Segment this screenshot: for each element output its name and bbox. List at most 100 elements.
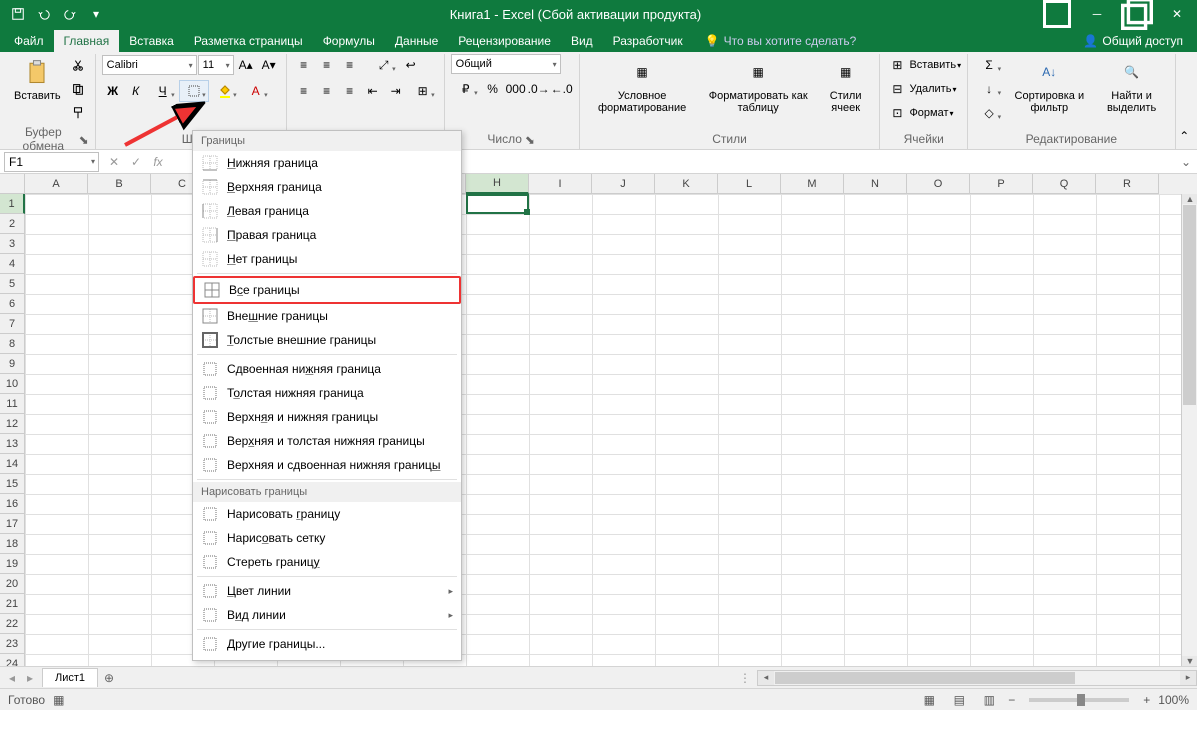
row-header[interactable]: 16: [0, 494, 25, 514]
dialog-launcher-icon[interactable]: ⬊: [524, 133, 536, 145]
column-header[interactable]: R: [1096, 174, 1159, 194]
zoom-level[interactable]: 100%: [1158, 693, 1189, 707]
row-header[interactable]: 7: [0, 314, 25, 334]
align-left-icon[interactable]: ≡: [293, 80, 315, 102]
add-sheet-button[interactable]: ⊕: [98, 671, 120, 685]
sort-filter-button[interactable]: A↓Сортировка и фильтр: [1006, 54, 1092, 116]
format-as-table-button[interactable]: ▦Форматировать как таблицу: [701, 54, 816, 116]
save-button[interactable]: [6, 2, 30, 26]
border-menu-item[interactable]: Внешние границы: [193, 304, 461, 328]
border-menu-item[interactable]: Толстые внешние границы: [193, 328, 461, 352]
currency-button[interactable]: ₽: [451, 78, 481, 100]
page-layout-view-icon[interactable]: ▤: [948, 691, 970, 709]
macro-record-icon[interactable]: ▦: [53, 693, 64, 707]
sheet-tab[interactable]: Лист1: [42, 668, 98, 687]
column-header[interactable]: B: [88, 174, 151, 194]
fx-icon[interactable]: fx: [147, 151, 169, 173]
align-bottom-icon[interactable]: ≡: [339, 54, 361, 76]
maximize-button[interactable]: [1117, 0, 1157, 28]
border-menu-item[interactable]: Верхняя граница: [193, 175, 461, 199]
zoom-in-button[interactable]: +: [1143, 693, 1150, 707]
borders-button[interactable]: [179, 80, 209, 102]
decrease-font-icon[interactable]: A▾: [258, 54, 280, 76]
align-center-icon[interactable]: ≡: [316, 80, 338, 102]
border-menu-item[interactable]: Нет границы: [193, 247, 461, 271]
decrease-indent-icon[interactable]: ⇤: [362, 80, 384, 102]
tab-home[interactable]: Главная: [54, 30, 120, 52]
row-header[interactable]: 10: [0, 374, 25, 394]
sheet-nav-next[interactable]: ▸: [22, 671, 38, 685]
column-header[interactable]: K: [655, 174, 718, 194]
tab-view[interactable]: Вид: [561, 30, 603, 52]
tab-developer[interactable]: Разработчик: [603, 30, 693, 52]
row-header[interactable]: 23: [0, 634, 25, 654]
comma-style-button[interactable]: 000: [505, 78, 527, 100]
delete-cells-button[interactable]: Удалить: [909, 83, 951, 95]
tab-page-layout[interactable]: Разметка страницы: [184, 30, 313, 52]
merge-button[interactable]: ⊞: [408, 80, 438, 102]
collapse-ribbon-icon[interactable]: ⌃: [1176, 125, 1193, 147]
border-menu-item[interactable]: Вид линии▸: [193, 603, 461, 627]
row-header[interactable]: 6: [0, 294, 25, 314]
clear-button[interactable]: ◇: [974, 102, 1004, 124]
align-right-icon[interactable]: ≡: [339, 80, 361, 102]
copy-button[interactable]: [67, 78, 89, 100]
column-header[interactable]: M: [781, 174, 844, 194]
tab-file[interactable]: Файл: [4, 30, 54, 52]
share-button[interactable]: 👤 Общий доступ: [1073, 30, 1193, 52]
column-header[interactable]: P: [970, 174, 1033, 194]
paste-button[interactable]: Вставить: [10, 54, 65, 104]
ribbon-options-icon[interactable]: [1037, 0, 1077, 28]
column-header[interactable]: A: [25, 174, 88, 194]
border-menu-item[interactable]: Правая граница: [193, 223, 461, 247]
align-middle-icon[interactable]: ≡: [316, 54, 338, 76]
border-menu-item[interactable]: Нарисовать границу: [193, 502, 461, 526]
sheet-nav-prev[interactable]: ◂: [4, 671, 20, 685]
normal-view-icon[interactable]: ▦: [918, 691, 940, 709]
expand-formula-bar-icon[interactable]: ⌄: [1175, 155, 1197, 169]
row-header[interactable]: 5: [0, 274, 25, 294]
percent-button[interactable]: %: [482, 78, 504, 100]
page-break-view-icon[interactable]: ▥: [978, 691, 1000, 709]
column-header[interactable]: J: [592, 174, 655, 194]
border-menu-item[interactable]: Сдвоенная нижняя граница: [193, 357, 461, 381]
row-header[interactable]: 15: [0, 474, 25, 494]
border-menu-item[interactable]: Другие границы...: [193, 632, 461, 656]
row-header[interactable]: 14: [0, 454, 25, 474]
conditional-formatting-button[interactable]: ▦Условное форматирование: [586, 54, 699, 116]
row-header[interactable]: 12: [0, 414, 25, 434]
border-menu-item[interactable]: Нижняя граница: [193, 151, 461, 175]
align-top-icon[interactable]: ≡: [293, 54, 315, 76]
italic-button[interactable]: К: [125, 80, 147, 102]
dialog-launcher-icon[interactable]: ⬊: [79, 133, 89, 145]
row-header[interactable]: 20: [0, 574, 25, 594]
tab-formulas[interactable]: Формулы: [313, 30, 385, 52]
row-header[interactable]: 21: [0, 594, 25, 614]
find-select-button[interactable]: 🔍Найти и выделить: [1095, 54, 1169, 116]
cell-styles-button[interactable]: ▦Стили ячеек: [818, 54, 874, 116]
border-menu-item[interactable]: Толстая нижняя граница: [193, 381, 461, 405]
tab-data[interactable]: Данные: [385, 30, 448, 52]
border-menu-item[interactable]: Левая граница: [193, 199, 461, 223]
border-menu-item[interactable]: Цвет линии▸: [193, 579, 461, 603]
increase-decimal-icon[interactable]: .0→: [528, 78, 550, 100]
row-header[interactable]: 18: [0, 534, 25, 554]
name-box[interactable]: F1: [4, 152, 99, 172]
row-header[interactable]: 4: [0, 254, 25, 274]
autosum-button[interactable]: Σ: [974, 54, 1004, 76]
row-header[interactable]: 9: [0, 354, 25, 374]
column-header[interactable]: N: [844, 174, 907, 194]
row-header[interactable]: 11: [0, 394, 25, 414]
fill-button[interactable]: ↓: [974, 78, 1004, 100]
minimize-button[interactable]: ─: [1077, 0, 1117, 28]
format-painter-button[interactable]: [67, 102, 89, 124]
cancel-icon[interactable]: ✕: [103, 151, 125, 173]
border-menu-item[interactable]: Верхняя и нижняя границы: [193, 405, 461, 429]
border-menu-item[interactable]: Все границы: [193, 276, 461, 304]
wrap-text-icon[interactable]: ↩: [400, 54, 422, 76]
orientation-icon[interactable]: ⤢: [369, 54, 399, 76]
border-menu-item[interactable]: Стереть границу: [193, 550, 461, 574]
select-all-corner[interactable]: [0, 174, 25, 194]
tab-insert[interactable]: Вставка: [119, 30, 184, 52]
underline-button[interactable]: Ч: [148, 80, 178, 102]
